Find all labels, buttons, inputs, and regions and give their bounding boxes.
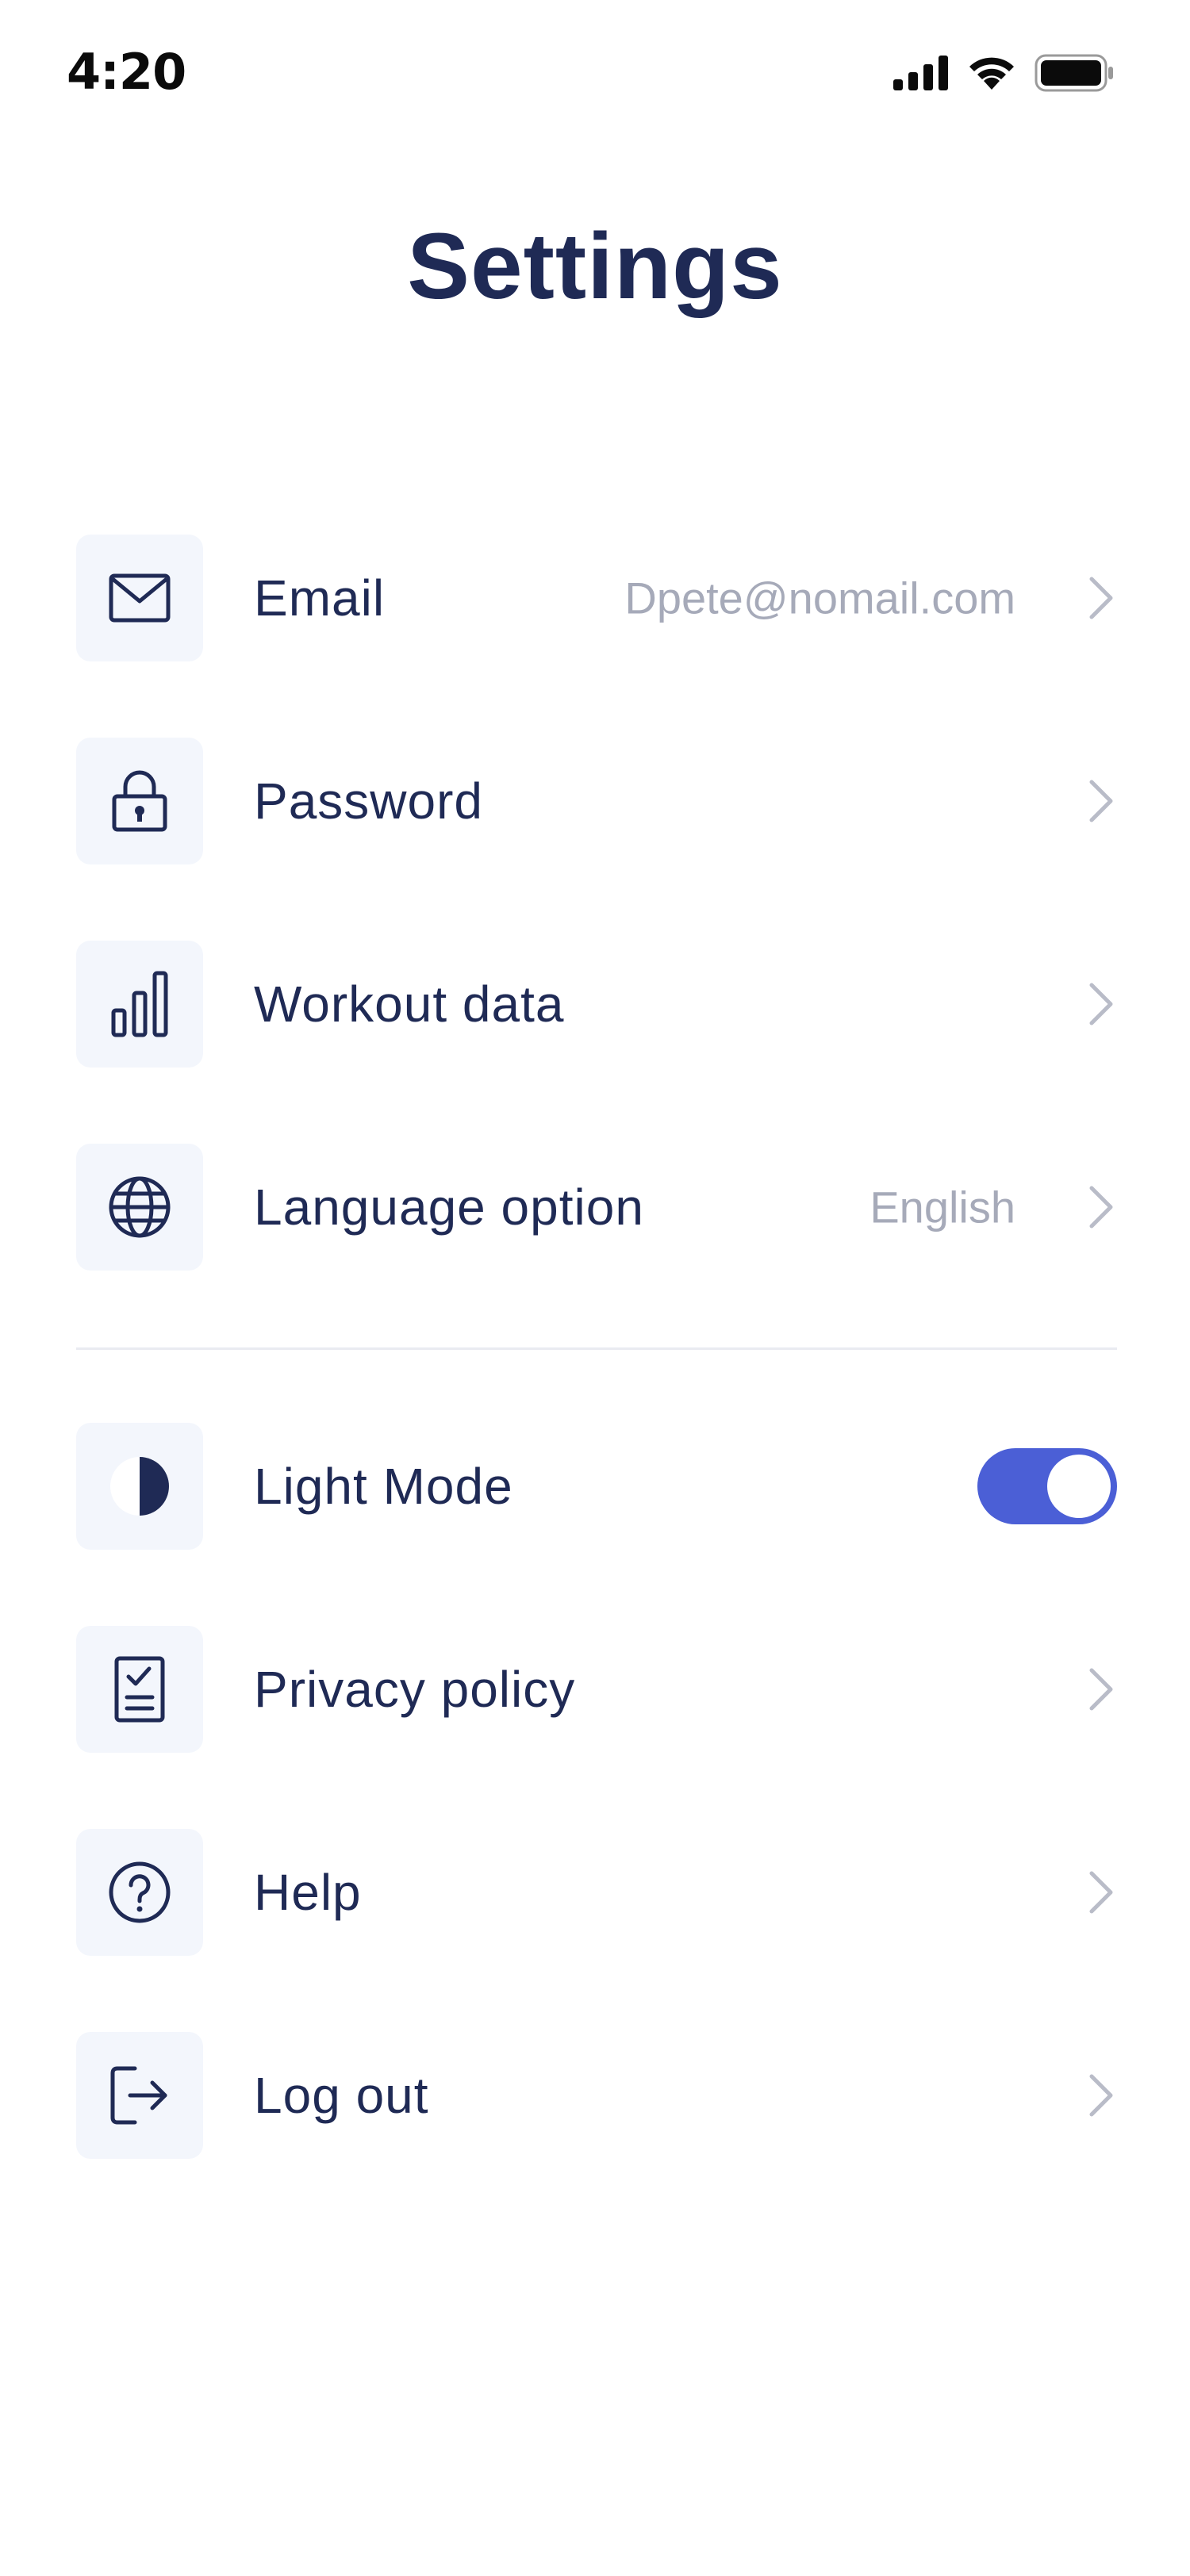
icon-tile [76, 941, 203, 1068]
chevron-right-icon [1085, 980, 1117, 1028]
settings-row-light-mode: Light Mode [76, 1423, 1117, 1550]
status-bar: 4:20 [0, 0, 1190, 143]
chevron-right-icon [1085, 1183, 1117, 1231]
cellular-signal-icon [893, 56, 948, 90]
row-label: Help [254, 1864, 362, 1921]
status-time: 4:20 [67, 43, 186, 101]
mail-icon [109, 573, 171, 623]
settings-row-privacy-policy[interactable]: Privacy policy [76, 1626, 1117, 1753]
icon-tile [76, 1423, 203, 1550]
row-label: Privacy policy [254, 1661, 576, 1718]
document-check-icon [114, 1656, 165, 1723]
chevron-right-icon [1085, 777, 1117, 825]
row-label: Language option [254, 1179, 644, 1236]
icon-tile [76, 1626, 203, 1753]
row-label: Log out [254, 2067, 429, 2124]
lock-icon [112, 770, 167, 832]
bar-chart-icon [111, 971, 168, 1037]
row-label: Password [254, 772, 483, 830]
settings-row-language[interactable]: Language option English [76, 1144, 1117, 1271]
question-circle-icon [109, 1861, 171, 1923]
contrast-icon [110, 1457, 169, 1516]
email-value: Dpete@nomail.com [624, 573, 1015, 623]
chevron-right-icon [1085, 574, 1117, 622]
status-icons [893, 54, 1114, 92]
icon-tile [76, 1829, 203, 1956]
toggle-knob [1047, 1455, 1111, 1518]
page-title: Settings [407, 214, 783, 319]
row-label: Workout data [254, 976, 565, 1033]
icon-tile [76, 2032, 203, 2159]
row-label: Light Mode [254, 1458, 513, 1515]
chevron-right-icon [1085, 2072, 1117, 2119]
icon-tile [76, 1144, 203, 1271]
settings-row-help[interactable]: Help [76, 1829, 1117, 1956]
settings-row-email[interactable]: Email Dpete@nomail.com [76, 535, 1117, 661]
settings-row-log-out[interactable]: Log out [76, 2032, 1117, 2159]
chevron-right-icon [1085, 1666, 1117, 1713]
chevron-right-icon [1085, 1869, 1117, 1916]
icon-tile [76, 738, 203, 864]
logout-icon [110, 2066, 167, 2125]
language-value: English [869, 1182, 1015, 1232]
section-divider [76, 1347, 1117, 1350]
battery-icon [1035, 54, 1113, 92]
globe-icon [109, 1176, 171, 1238]
light-mode-toggle[interactable] [977, 1448, 1117, 1524]
icon-tile [76, 535, 203, 661]
settings-row-workout-data[interactable]: Workout data [76, 941, 1117, 1068]
settings-row-password[interactable]: Password [76, 738, 1117, 864]
row-label: Email [254, 569, 386, 627]
wifi-icon [969, 57, 1014, 90]
